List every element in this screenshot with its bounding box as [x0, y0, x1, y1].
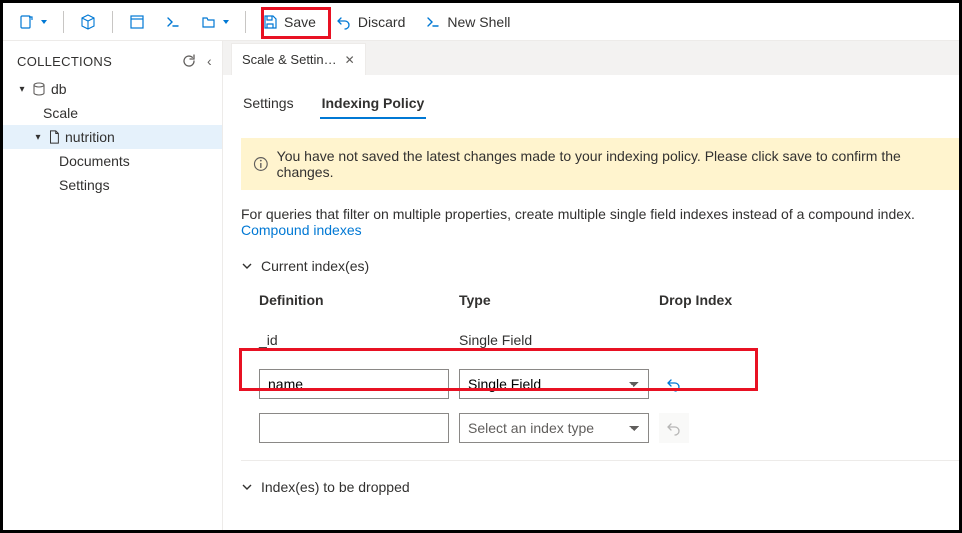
open-button[interactable]	[193, 7, 237, 37]
newshell-label: New Shell	[447, 14, 510, 30]
database-icon	[31, 81, 47, 97]
revert-button[interactable]	[659, 369, 689, 399]
revert-button-disabled	[659, 413, 689, 443]
undo-icon	[336, 14, 352, 30]
chevron-down-icon	[223, 20, 229, 24]
cube-button[interactable]	[72, 7, 104, 37]
document-tabstrip: Scale & Settin… ✕	[223, 41, 959, 75]
refresh-icon[interactable]	[181, 53, 197, 69]
type-select[interactable]: Single Field	[459, 369, 649, 399]
index-row-id: _id Single Field	[259, 322, 959, 358]
panel-button[interactable]	[121, 7, 153, 37]
new-item-icon	[19, 14, 35, 30]
section-current-indexes[interactable]: Current index(es)	[241, 258, 959, 274]
col-drop: Drop Index	[659, 292, 779, 308]
tree-db[interactable]: ▾ db	[3, 77, 222, 101]
type-select[interactable]: Select an index type	[459, 413, 649, 443]
nutrition-label: nutrition	[65, 129, 115, 145]
discard-label: Discard	[358, 14, 405, 30]
col-type: Type	[459, 292, 649, 308]
shell-button[interactable]	[157, 7, 189, 37]
db-label: db	[51, 81, 67, 97]
cell-def: _id	[259, 332, 449, 348]
undo-icon	[666, 420, 682, 436]
settings-label: Settings	[59, 177, 110, 193]
chevron-down-icon	[41, 20, 47, 24]
prompt-icon	[165, 14, 181, 30]
definition-input[interactable]	[259, 413, 449, 443]
banner-text: You have not saved the latest changes ma…	[277, 148, 947, 180]
collections-title: COLLECTIONS	[17, 54, 112, 69]
chevron-down-icon	[241, 260, 253, 272]
discard-button[interactable]: Discard	[328, 7, 413, 37]
chevron-down-icon: ▾	[33, 132, 43, 143]
tab-scale-settings[interactable]: Scale & Settin… ✕	[231, 43, 366, 75]
collapse-icon[interactable]: ‹	[207, 53, 212, 69]
tree-nutrition[interactable]: ▾ nutrition	[3, 125, 222, 149]
cube-icon	[80, 14, 96, 30]
new-shell-button[interactable]: New Shell	[417, 7, 518, 37]
info-icon	[253, 156, 269, 172]
save-label: Save	[284, 14, 316, 30]
tree-scale[interactable]: Scale	[3, 101, 222, 125]
document-icon	[47, 130, 61, 144]
save-button[interactable]: Save	[254, 7, 324, 37]
separator	[245, 11, 246, 33]
scale-label: Scale	[43, 105, 78, 121]
prompt-icon	[425, 14, 441, 30]
divider	[241, 460, 959, 461]
separator	[63, 11, 64, 33]
col-definition: Definition	[259, 292, 449, 308]
unsaved-banner: You have not saved the latest changes ma…	[241, 138, 959, 190]
compound-indexes-link[interactable]: Compound indexes	[241, 222, 362, 238]
chevron-down-icon: ▾	[17, 84, 27, 95]
section-dropped-indexes[interactable]: Index(es) to be dropped	[241, 479, 959, 495]
tab-label: Scale & Settin…	[242, 52, 337, 67]
subtab-indexing[interactable]: Indexing Policy	[320, 89, 427, 119]
index-row-new: Select an index type	[259, 410, 959, 446]
documents-label: Documents	[59, 153, 130, 169]
save-icon	[262, 14, 278, 30]
undo-icon	[666, 376, 682, 392]
separator	[112, 11, 113, 33]
tree-settings[interactable]: Settings	[3, 173, 222, 197]
chevron-down-icon	[241, 481, 253, 493]
description: For queries that filter on multiple prop…	[241, 206, 959, 238]
sidebar: COLLECTIONS ‹ ▾ db Scale ▾ nutrition Doc…	[3, 41, 223, 530]
subtab-settings[interactable]: Settings	[241, 89, 296, 119]
definition-input[interactable]	[259, 369, 449, 399]
tree-documents[interactable]: Documents	[3, 149, 222, 173]
folder-open-icon	[201, 14, 217, 30]
cell-type: Single Field	[459, 332, 649, 348]
new-collection-button[interactable]	[11, 7, 55, 37]
panel-icon	[129, 14, 145, 30]
close-icon[interactable]: ✕	[345, 53, 355, 67]
index-row-name: Single Field	[259, 366, 959, 402]
